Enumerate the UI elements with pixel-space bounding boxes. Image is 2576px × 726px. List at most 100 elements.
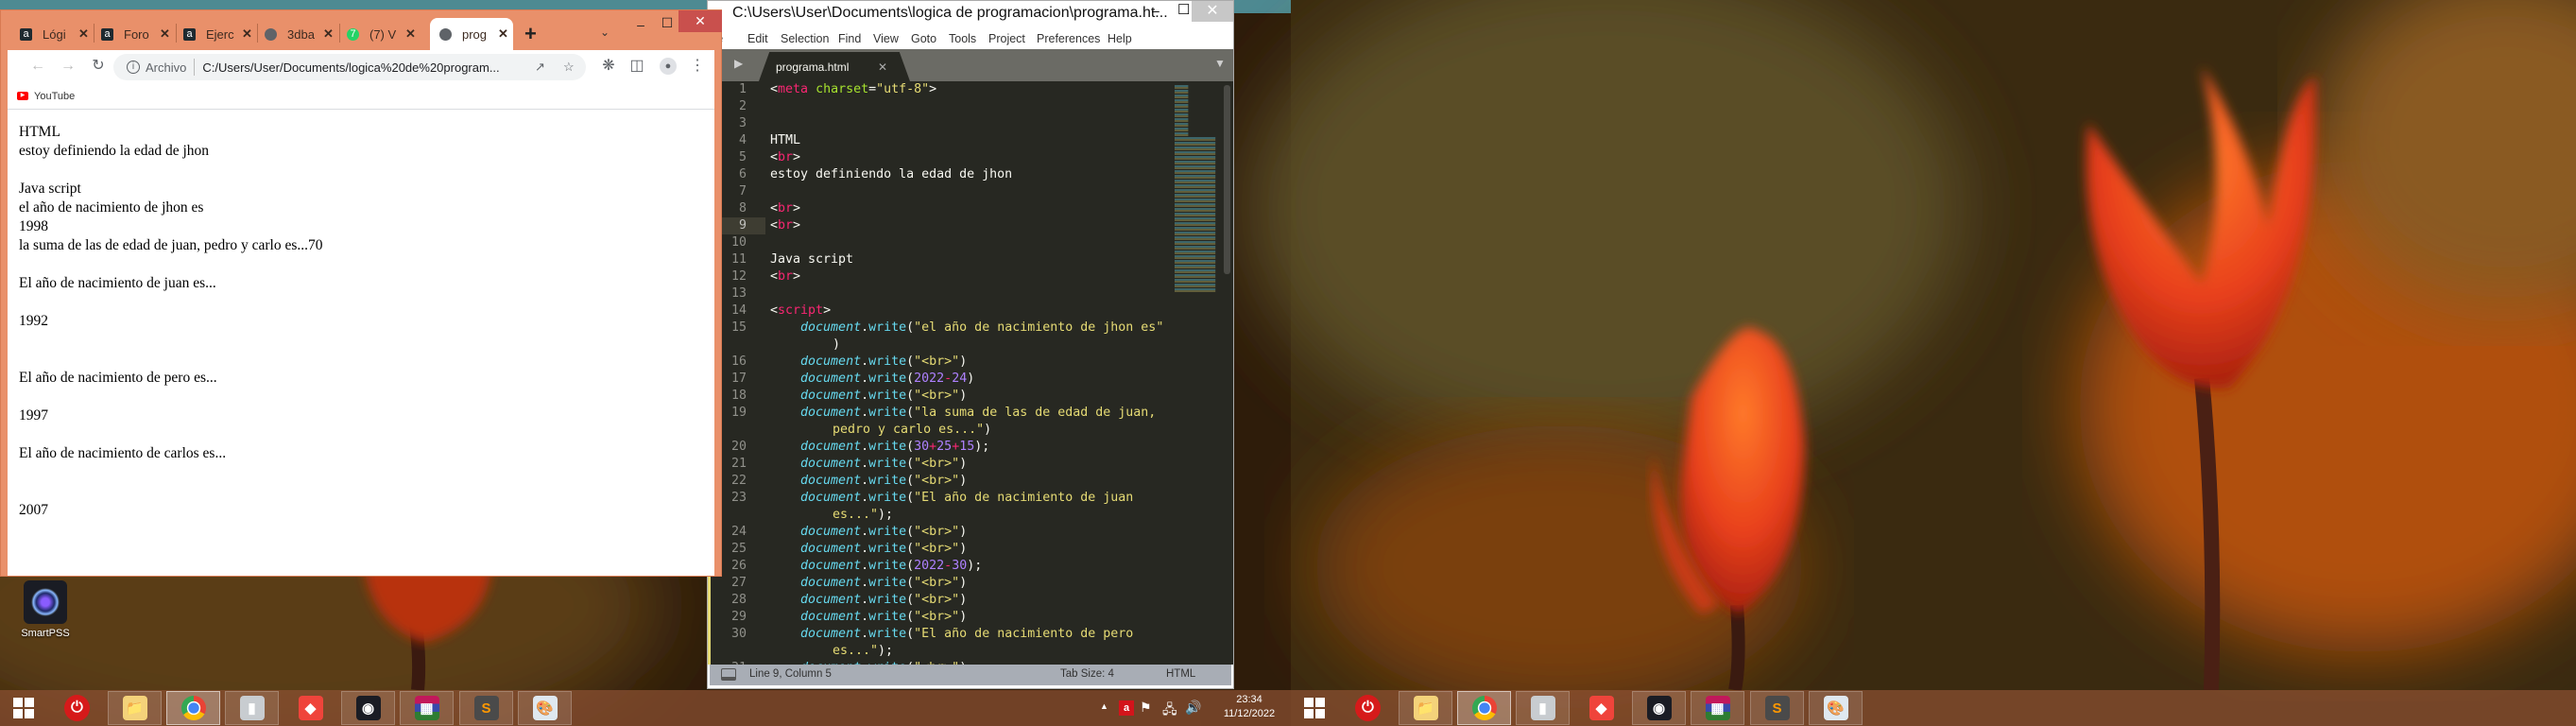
scrollbar[interactable] bbox=[1224, 85, 1230, 274]
code-token: ( bbox=[906, 457, 915, 471]
taskbar-app[interactable]: ◆ bbox=[1574, 691, 1628, 725]
code-editor[interactable]: 1 <meta charset="utf-8"> 2 3 4 HTML 5 <br> 6 esto… bbox=[708, 81, 1233, 665]
tab[interactable]: a Lógi ✕ bbox=[20, 18, 89, 50]
code-token: > bbox=[793, 218, 801, 233]
power-icon[interactable]: ⏻ bbox=[1355, 695, 1381, 721]
taskbar-app[interactable]: ▮ bbox=[1516, 691, 1570, 725]
profile-avatar[interactable]: ● bbox=[660, 58, 677, 75]
tab-search-icon[interactable]: ⌄ bbox=[600, 26, 610, 39]
taskbar-app[interactable]: S bbox=[1750, 691, 1804, 725]
page-content: HTML estoy definiendo la edad de jhon Java… bbox=[8, 110, 714, 576]
show-hidden-icons-icon[interactable]: ▲ bbox=[1100, 701, 1108, 711]
close-tab-icon[interactable]: ✕ bbox=[78, 26, 89, 42]
tab-separator bbox=[257, 24, 258, 43]
code-token: br bbox=[778, 218, 794, 233]
code-token: estoy definiendo la edad de jhon bbox=[770, 167, 1013, 182]
maximize-button[interactable]: ☐ bbox=[1177, 1, 1190, 18]
close-button[interactable]: ✕ bbox=[678, 10, 722, 32]
tab-size[interactable]: Tab Size: 4 bbox=[1060, 668, 1114, 680]
menu-item-selection[interactable]: Selection bbox=[781, 32, 829, 45]
code-token: ( bbox=[906, 372, 915, 386]
sidebar-toggle-icon[interactable]: ▶ bbox=[734, 57, 743, 70]
power-icon[interactable]: ⏻ bbox=[64, 695, 90, 721]
close-tab-icon[interactable]: ✕ bbox=[242, 26, 252, 42]
panel-toggle-icon[interactable] bbox=[721, 668, 736, 681]
menu-item-view[interactable]: View bbox=[873, 32, 899, 45]
menu-item-goto[interactable]: Goto bbox=[911, 32, 936, 45]
reload-icon[interactable]: ↻ bbox=[89, 57, 108, 76]
address-bar[interactable]: i Archivo C:/Users/User/Documents/logica… bbox=[113, 54, 586, 80]
close-tab-icon[interactable]: ✕ bbox=[160, 26, 170, 42]
minimap[interactable] bbox=[1175, 85, 1216, 293]
desktop-icon-smartpss[interactable]: SmartPSS bbox=[17, 580, 74, 639]
extensions-icon[interactable]: ❋ bbox=[599, 57, 618, 76]
taskbar-app[interactable]: ▮ bbox=[225, 691, 279, 725]
taskbar-app[interactable]: ▦ bbox=[1691, 691, 1744, 725]
back-icon[interactable]: ← bbox=[28, 57, 47, 76]
close-tab-icon[interactable]: ✕ bbox=[878, 60, 887, 74]
close-tab-icon[interactable]: ✕ bbox=[323, 26, 334, 42]
address-url[interactable]: C:/Users/User/Documents/logica%20de%20pr… bbox=[202, 60, 499, 75]
menu-item-preferences[interactable]: Preferences bbox=[1037, 32, 1100, 45]
side-panel-icon[interactable]: ◫ bbox=[627, 57, 646, 76]
code-token: + bbox=[929, 440, 937, 454]
share-icon[interactable]: ↗ bbox=[535, 60, 545, 75]
code-token: write bbox=[868, 627, 907, 641]
bookmark-star-icon[interactable]: ☆ bbox=[563, 60, 575, 75]
code-token: . bbox=[861, 491, 869, 505]
start-button[interactable] bbox=[1304, 698, 1325, 718]
menu-item-help[interactable]: Help bbox=[1108, 32, 1132, 45]
tab[interactable]: 3dba ✕ bbox=[265, 18, 334, 50]
close-tab-icon[interactable]: ✕ bbox=[405, 26, 416, 42]
tab-dropdown-icon[interactable]: ▼ bbox=[1214, 57, 1226, 70]
menu-item-find[interactable]: Find bbox=[838, 32, 861, 45]
sublime-text-window: C:\Users\User\Documents\logica de progra… bbox=[704, 0, 1234, 689]
globe-icon bbox=[265, 27, 277, 41]
avira-icon[interactable]: a bbox=[1119, 700, 1134, 716]
clock[interactable]: 23:34 11/12/2022 bbox=[1221, 693, 1278, 721]
taskbar-app[interactable]: 🎨 bbox=[1809, 691, 1863, 725]
page-text-line bbox=[19, 425, 703, 444]
code-line-wrap: pedro y carlo es...") bbox=[711, 422, 1174, 439]
menu-icon[interactable]: ⋮ bbox=[688, 57, 707, 76]
menu-item-tools[interactable]: Tools bbox=[949, 32, 976, 45]
page-text-line bbox=[19, 293, 703, 312]
minimize-button[interactable]: – bbox=[627, 14, 655, 36]
taskbar-app[interactable]: ▦ bbox=[400, 691, 454, 725]
network-icon[interactable]: 🖧 bbox=[1162, 700, 1177, 722]
taskbar-app[interactable] bbox=[1457, 691, 1511, 725]
syntax-mode[interactable]: HTML bbox=[1166, 668, 1195, 680]
action-center-flag-icon[interactable]: ⚑ bbox=[1140, 700, 1152, 716]
new-tab-button[interactable]: + bbox=[524, 22, 537, 46]
taskbar-app[interactable]: ◆ bbox=[283, 691, 337, 725]
code-token: meta bbox=[778, 82, 809, 96]
taskbar-app[interactable]: ◉ bbox=[1632, 691, 1686, 725]
taskbar-app[interactable] bbox=[166, 691, 220, 725]
chrome-icon bbox=[1471, 696, 1497, 720]
tab[interactable]: a Foro ✕ bbox=[101, 18, 170, 50]
taskbar-app[interactable]: 📁 bbox=[108, 691, 162, 725]
code-line: 29 document.write("<br>") bbox=[711, 609, 1174, 626]
taskbar-app[interactable]: 📁 bbox=[1399, 691, 1452, 725]
code-line: 22 document.write("<br>") bbox=[711, 473, 1174, 490]
forward-icon[interactable]: → bbox=[59, 57, 77, 76]
taskbar-app[interactable]: S bbox=[459, 691, 513, 725]
tab[interactable]: a Ejerc ✕ bbox=[183, 18, 252, 50]
volume-icon[interactable]: 🔊 bbox=[1185, 700, 1201, 716]
tab-programa-html[interactable]: programa.html ✕ bbox=[759, 52, 910, 81]
minimize-button[interactable]: – bbox=[1152, 3, 1159, 18]
page-text-line bbox=[19, 388, 703, 406]
code-line: 24 document.write("<br>") bbox=[711, 524, 1174, 541]
maximize-button[interactable]: ☐ bbox=[653, 12, 681, 34]
tab[interactable]: 7 (7) V ✕ bbox=[347, 18, 416, 50]
tab-active[interactable]: prog ✕ bbox=[430, 18, 513, 50]
bookmark-youtube[interactable]: ▶ YouTube bbox=[17, 91, 75, 102]
code-line: 30 document.write("El año de nacimiento … bbox=[711, 626, 1174, 643]
taskbar-app[interactable]: ◉ bbox=[341, 691, 395, 725]
menu-item-project[interactable]: Project bbox=[988, 32, 1025, 45]
taskbar-app[interactable]: 🎨 bbox=[518, 691, 572, 725]
close-button[interactable]: ✕ bbox=[1192, 1, 1233, 22]
close-tab-icon[interactable]: ✕ bbox=[498, 26, 508, 42]
menu-item-edit[interactable]: Edit bbox=[747, 32, 768, 45]
start-button[interactable] bbox=[13, 698, 34, 718]
